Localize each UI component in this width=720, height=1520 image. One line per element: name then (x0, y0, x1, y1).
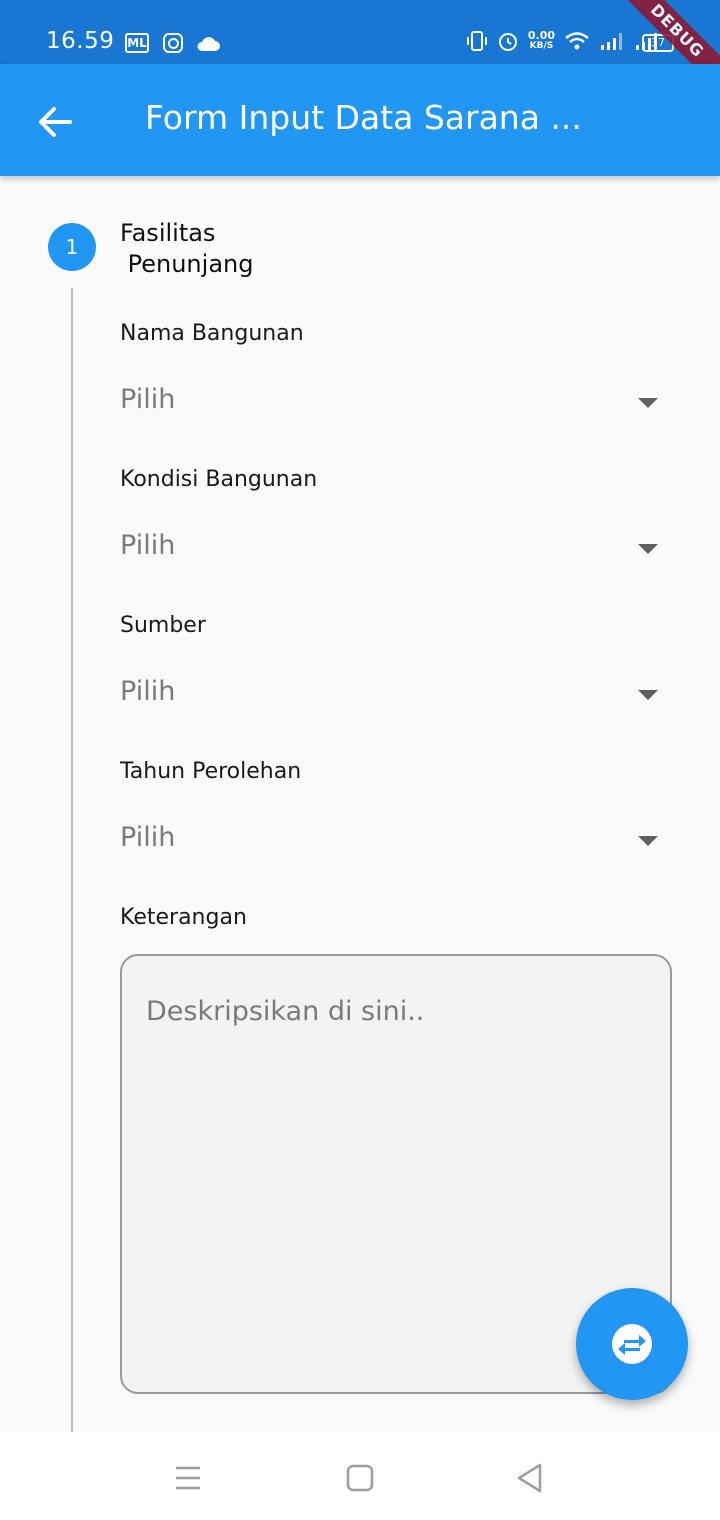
fab-icon-background (612, 1324, 652, 1364)
dropdown-arrow-icon (638, 690, 658, 700)
keterangan-label: Keterangan (120, 905, 247, 930)
step-number-badge: 1 (48, 223, 96, 271)
textarea-placeholder: Deskripsikan di sini.. (146, 996, 425, 1027)
cloud-icon (197, 37, 220, 51)
swap-icon (618, 1335, 646, 1355)
swap-fab-button[interactable] (576, 1288, 688, 1400)
net-speed-unit: KB/S (529, 41, 554, 51)
dropdown-arrow-icon (638, 544, 658, 554)
dropdown-arrow-icon (638, 836, 658, 846)
dropdown-value: Pilih (120, 676, 176, 707)
arrow-back-icon[interactable] (32, 100, 80, 144)
wifi-icon (565, 32, 589, 50)
dropdown-value: Pilih (120, 530, 176, 561)
status-bar: 16.59 ML 0.00 KB/S 37 DEBUG (0, 0, 720, 108)
app-bar: Form Input Data Sarana ... (0, 64, 720, 176)
kondisi-bangunan-label: Kondisi Bangunan (120, 467, 318, 492)
step-connector-line (71, 288, 73, 1433)
instagram-icon (163, 33, 183, 53)
dropdown-value: Pilih (120, 822, 176, 853)
back-icon[interactable] (512, 1460, 548, 1496)
net-speed: 0.00 KB/S (528, 30, 555, 52)
tahun-perolehan-dropdown[interactable]: Pilih (120, 816, 660, 866)
signal-icon (601, 33, 622, 50)
sumber-label: Sumber (120, 613, 206, 638)
sumber-dropdown[interactable]: Pilih (120, 670, 660, 720)
vibrate-icon (466, 31, 487, 51)
tahun-perolehan-label: Tahun Perolehan (120, 759, 302, 784)
home-icon[interactable] (342, 1460, 378, 1496)
navigation-bar (0, 1432, 720, 1520)
nama-bangunan-dropdown[interactable]: Pilih (120, 378, 660, 428)
status-time: 16.59 (46, 28, 115, 54)
alarm-icon (498, 33, 517, 51)
step-title[interactable]: Fasilitas Penunjang (120, 218, 420, 280)
net-speed-value: 0.00 (527, 29, 555, 42)
nama-bangunan-label: Nama Bangunan (120, 321, 304, 346)
page-title: Form Input Data Sarana ... (145, 98, 582, 137)
dropdown-arrow-icon (638, 398, 658, 408)
ml-icon: ML (125, 33, 149, 53)
menu-icon[interactable] (170, 1460, 206, 1496)
kondisi-bangunan-dropdown[interactable]: Pilih (120, 524, 660, 574)
dropdown-value: Pilih (120, 384, 176, 415)
